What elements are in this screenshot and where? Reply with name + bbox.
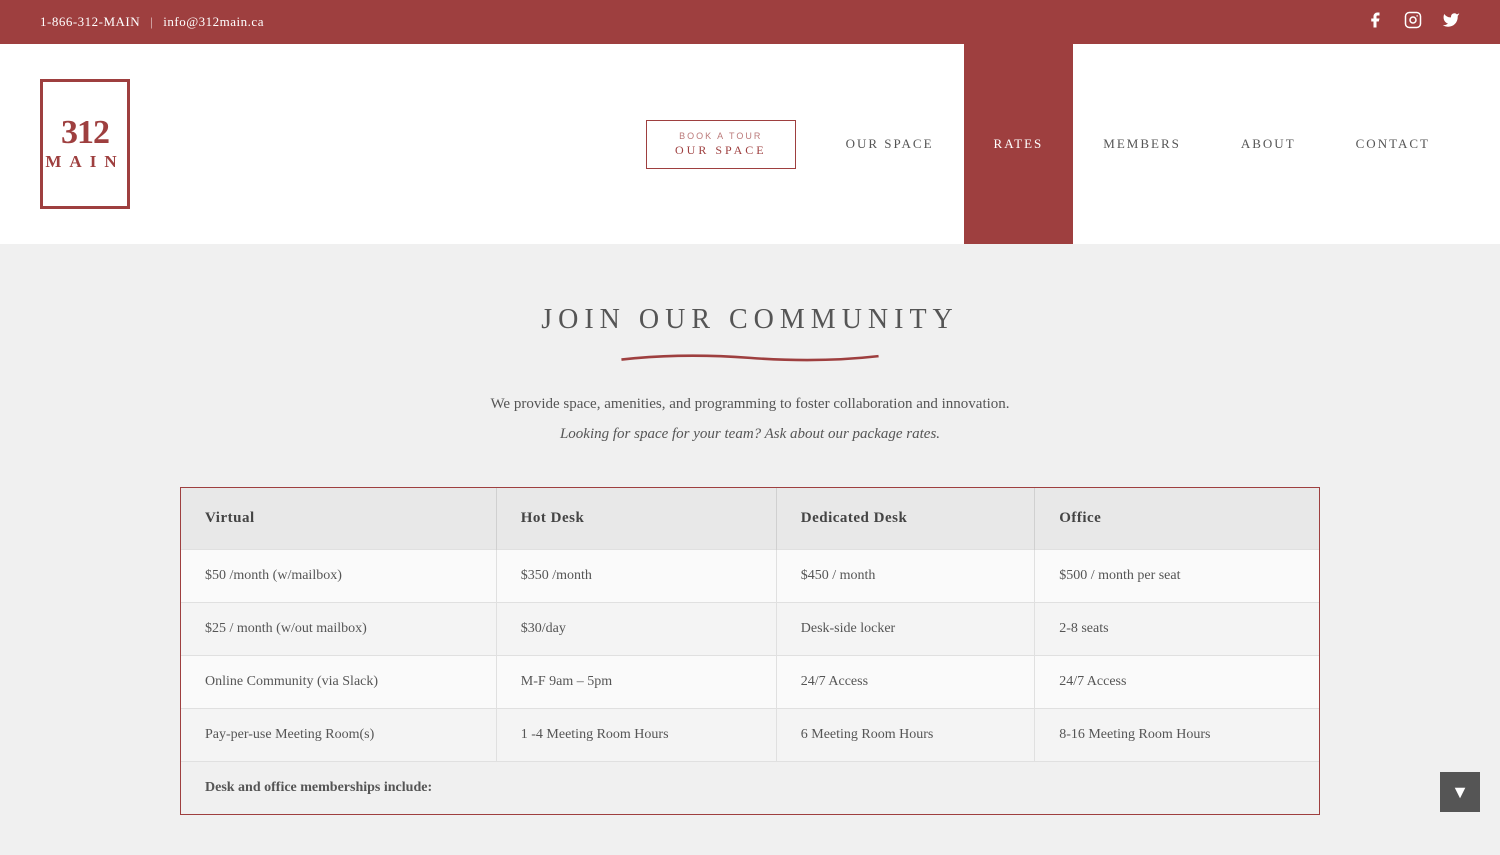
- nav-item-about[interactable]: ABOUT: [1211, 44, 1326, 244]
- cell-virtual-4: Pay-per-use Meeting Room(s): [181, 709, 496, 762]
- twitter-icon[interactable]: [1442, 11, 1460, 34]
- cell-office-4: 8-16 Meeting Room Hours: [1035, 709, 1319, 762]
- includes-row: Desk and office memberships include:: [181, 762, 1319, 815]
- cell-dedicated-2: Desk-side locker: [776, 603, 1034, 656]
- table-row: $25 / month (w/out mailbox) $30/day Desk…: [181, 603, 1319, 656]
- table-row: Online Community (via Slack) M-F 9am – 5…: [181, 656, 1319, 709]
- book-tour-button[interactable]: BOOK A TOUR OUR SPACE: [646, 120, 796, 169]
- rates-table-wrapper: Virtual Hot Desk Dedicated Desk Office $…: [180, 487, 1320, 815]
- col-header-office: Office: [1035, 488, 1319, 550]
- cell-hotdesk-1: $350 /month: [496, 550, 776, 603]
- rates-table: Virtual Hot Desk Dedicated Desk Office $…: [181, 488, 1319, 814]
- table-row: Pay-per-use Meeting Room(s) 1 -4 Meeting…: [181, 709, 1319, 762]
- nav-area: BOOK A TOUR OUR SPACE OUR SPACE RATES ME…: [170, 44, 1500, 244]
- cell-dedicated-1: $450 / month: [776, 550, 1034, 603]
- nav-item-our-space[interactable]: OUR SPACE: [816, 44, 964, 244]
- desc-main: We provide space, amenities, and program…: [490, 396, 1009, 412]
- nav-item-contact[interactable]: CONTACT: [1326, 44, 1460, 244]
- cell-hotdesk-4: 1 -4 Meeting Room Hours: [496, 709, 776, 762]
- col-header-hotdesk: Hot Desk: [496, 488, 776, 550]
- section-description: We provide space, amenities, and program…: [400, 392, 1100, 447]
- title-underline: [590, 350, 910, 362]
- cell-hotdesk-3: M-F 9am – 5pm: [496, 656, 776, 709]
- cell-office-1: $500 / month per seat: [1035, 550, 1319, 603]
- scroll-down-icon: ▼: [1451, 782, 1469, 803]
- top-bar: 1-866-312-MAIN | info@312main.ca: [0, 0, 1500, 44]
- main-content: JOIN OUR COMMUNITY We provide space, ame…: [0, 244, 1500, 855]
- cell-virtual-1: $50 /month (w/mailbox): [181, 550, 496, 603]
- table-row: $50 /month (w/mailbox) $350 /month $450 …: [181, 550, 1319, 603]
- col-header-dedicated: Dedicated Desk: [776, 488, 1034, 550]
- logo-word: MAIN: [45, 152, 124, 172]
- logo-box: 312 MAIN: [40, 79, 130, 209]
- nav-item-members[interactable]: MEMBERS: [1073, 44, 1211, 244]
- desc-italic: Looking for space for your team? Ask abo…: [400, 422, 1100, 448]
- header: 312 MAIN BOOK A TOUR OUR SPACE OUR SPACE…: [0, 44, 1500, 244]
- table-body: $50 /month (w/mailbox) $350 /month $450 …: [181, 550, 1319, 815]
- social-links: [1366, 11, 1460, 34]
- logo-number: 312: [61, 116, 109, 150]
- scroll-down-button[interactable]: ▼: [1440, 772, 1480, 812]
- cell-dedicated-3: 24/7 Access: [776, 656, 1034, 709]
- col-header-virtual: Virtual: [181, 488, 496, 550]
- facebook-icon[interactable]: [1366, 11, 1384, 34]
- top-bar-contact-info: 1-866-312-MAIN | info@312main.ca: [40, 14, 264, 30]
- cell-hotdesk-2: $30/day: [496, 603, 776, 656]
- cell-office-2: 2-8 seats: [1035, 603, 1319, 656]
- cell-office-3: 24/7 Access: [1035, 656, 1319, 709]
- nav-links: OUR SPACE RATES MEMBERS ABOUT CONTACT: [816, 44, 1460, 244]
- cell-virtual-3: Online Community (via Slack): [181, 656, 496, 709]
- table-header: Virtual Hot Desk Dedicated Desk Office: [181, 488, 1319, 550]
- table-header-row: Virtual Hot Desk Dedicated Desk Office: [181, 488, 1319, 550]
- includes-label: Desk and office memberships include:: [181, 762, 1319, 815]
- phone-number[interactable]: 1-866-312-MAIN: [40, 14, 140, 30]
- email-address[interactable]: info@312main.ca: [163, 14, 264, 30]
- book-tour-small-label: BOOK A TOUR: [679, 131, 762, 141]
- instagram-icon[interactable]: [1404, 11, 1422, 34]
- logo-wrapper[interactable]: 312 MAIN: [0, 44, 170, 244]
- nav-item-rates[interactable]: RATES: [964, 44, 1074, 244]
- book-tour-main-label: OUR SPACE: [675, 143, 767, 158]
- separator: |: [150, 14, 153, 30]
- section-title: JOIN OUR COMMUNITY: [40, 304, 1460, 336]
- cell-virtual-2: $25 / month (w/out mailbox): [181, 603, 496, 656]
- cell-dedicated-4: 6 Meeting Room Hours: [776, 709, 1034, 762]
